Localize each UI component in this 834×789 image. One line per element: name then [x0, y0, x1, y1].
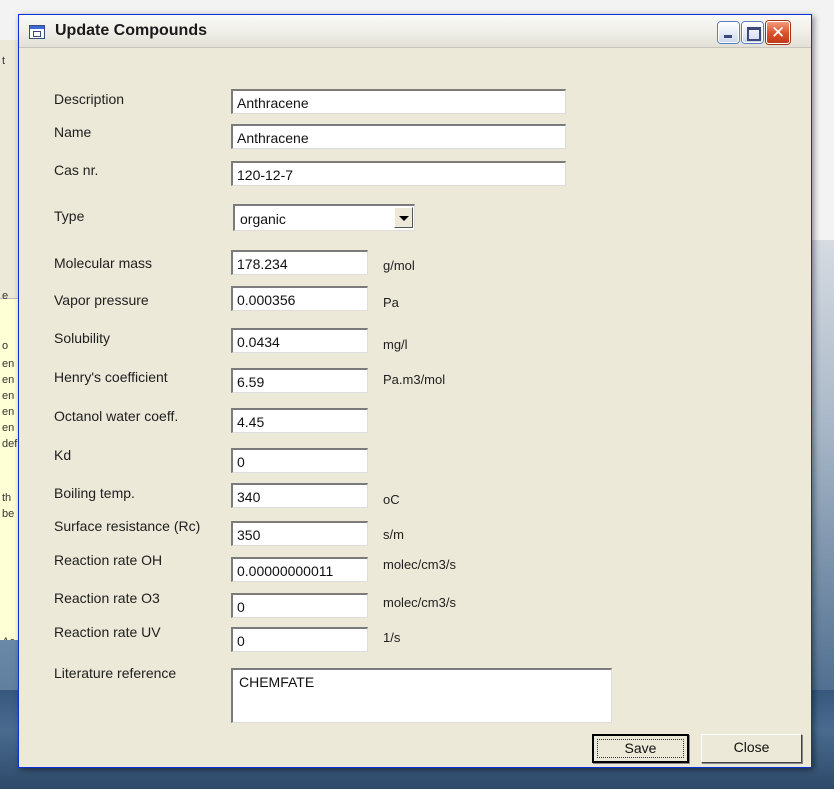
literature-label: Literature reference — [54, 665, 177, 681]
molecular-mass-unit: g/mol — [383, 258, 415, 273]
octanol-field[interactable]: 4.45 — [231, 408, 368, 433]
reaction-rate-o3-label: Reaction rate O3 — [54, 590, 160, 606]
background-text: en — [2, 422, 15, 434]
minimize-icon — [724, 35, 732, 38]
close-button[interactable]: Close — [701, 734, 802, 763]
background-text: be — [2, 508, 15, 520]
type-label: Type — [54, 208, 85, 224]
save-button-label: Save — [624, 740, 657, 756]
octanol-label: Octanol water coeff. — [54, 408, 179, 424]
description-label: Description — [54, 91, 125, 107]
close-window-button[interactable]: ✕ — [766, 21, 790, 44]
name-label: Name — [54, 124, 92, 140]
type-value: organic — [240, 211, 286, 227]
save-button[interactable]: Save — [592, 734, 689, 763]
background-text: o — [2, 340, 9, 352]
henry-field[interactable]: 6.59 — [231, 368, 368, 393]
reaction-rate-o3-field[interactable]: 0 — [231, 593, 368, 618]
type-select[interactable]: organic — [233, 204, 415, 231]
background-text: t — [2, 55, 6, 67]
kd-field[interactable]: 0 — [231, 448, 368, 473]
background-text: en — [2, 390, 15, 402]
title-bar[interactable]: Update Compounds ✕ — [19, 15, 811, 48]
background-text: th — [2, 492, 12, 504]
window-title: Update Compounds — [55, 22, 207, 39]
reaction-rate-oh-label: Reaction rate OH — [54, 552, 163, 568]
surface-resistance-label: Surface resistance (Rc) — [54, 518, 201, 534]
chevron-down-icon[interactable] — [394, 207, 413, 228]
cas-field[interactable]: 120-12-7 — [231, 161, 566, 186]
surface-resistance-unit: s/m — [383, 527, 404, 542]
background-text: def — [2, 438, 18, 450]
henry-label: Henry's coefficient — [54, 369, 168, 385]
solubility-field[interactable]: 0.0434 — [231, 328, 368, 353]
reaction-rate-o3-unit: molec/cm3/s — [383, 595, 456, 610]
boiling-label: Boiling temp. — [54, 485, 135, 501]
solubility-label: Solubility — [54, 330, 111, 346]
reaction-rate-oh-field[interactable]: 0.00000000011 — [231, 557, 368, 582]
description-field[interactable]: Anthracene — [231, 89, 566, 114]
henry-unit: Pa.m3/mol — [383, 372, 446, 387]
molecular-mass-field[interactable]: 178.234 — [231, 250, 368, 275]
vapor-pressure-unit: Pa — [383, 295, 399, 310]
vapor-pressure-label: Vapor pressure — [54, 292, 149, 308]
background-text: en — [2, 374, 15, 386]
close-icon: ✕ — [771, 23, 786, 43]
reaction-rate-uv-label: Reaction rate UV — [54, 624, 161, 640]
literature-reference-field[interactable]: CHEMFATE — [231, 668, 612, 723]
vapor-pressure-field[interactable]: 0.000356 — [231, 286, 368, 311]
solubility-unit: mg/l — [383, 337, 408, 352]
kd-label: Kd — [54, 447, 72, 463]
maximize-icon — [747, 27, 761, 41]
reaction-rate-uv-unit: 1/s — [383, 630, 401, 645]
reaction-rate-uv-field[interactable]: 0 — [231, 627, 368, 652]
molecular-mass-label: Molecular mass — [54, 255, 153, 271]
minimize-button[interactable] — [718, 22, 739, 43]
surface-resistance-field[interactable]: 350 — [231, 521, 368, 546]
maximize-button[interactable] — [742, 22, 763, 43]
reaction-rate-oh-unit: molec/cm3/s — [383, 557, 456, 572]
cas-label: Cas nr. — [54, 162, 99, 178]
background-text: en — [2, 406, 15, 418]
name-field[interactable]: Anthracene — [231, 124, 566, 149]
background-text: e — [2, 290, 9, 302]
boiling-field[interactable]: 340 — [231, 483, 368, 508]
background-text: Ac — [2, 636, 15, 640]
app-window-icon[interactable] — [29, 25, 45, 39]
background-text: en — [2, 358, 15, 370]
boiling-unit: oC — [383, 492, 400, 507]
update-compounds-dialog: Update Compounds ✕ Description Anthracen… — [18, 14, 812, 768]
